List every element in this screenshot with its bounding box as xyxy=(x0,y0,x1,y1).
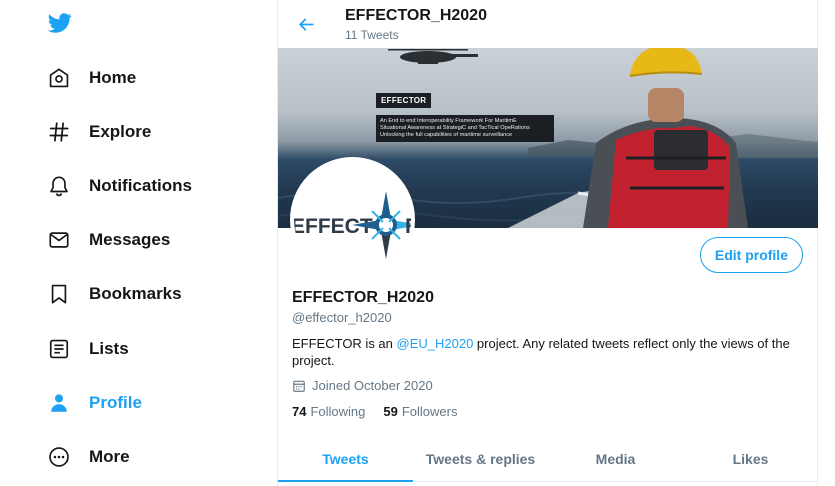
profile-bio: EFFECTOR is an @EU_H2020 project. Any re… xyxy=(292,335,802,369)
more-icon xyxy=(48,446,70,468)
home-icon xyxy=(48,67,70,89)
banner-tagline: An End to end Interoperability Framework… xyxy=(376,115,554,142)
follow-stats: 74 Following 59 Followers xyxy=(292,404,475,419)
tab-media[interactable]: Media xyxy=(548,436,683,481)
avatar[interactable]: EFFECT R xyxy=(290,157,415,282)
sidebar-item-explore[interactable]: Explore xyxy=(38,109,163,155)
app-root: Home Explore Notifications Messages Book xyxy=(0,0,835,486)
sidebar-item-notifications[interactable]: Notifications xyxy=(38,163,204,209)
sidebar-item-home[interactable]: Home xyxy=(38,55,148,101)
banner-caption: EFFECTOR An End to end Interoperability … xyxy=(376,93,554,143)
hashtag-icon xyxy=(48,121,70,143)
followers-count: 59 xyxy=(383,404,398,419)
sidebar-item-label: Messages xyxy=(89,230,171,249)
banner-brand-label: EFFECTOR xyxy=(376,93,432,108)
calendar-icon xyxy=(293,380,305,392)
followers-link[interactable]: 59 Followers xyxy=(383,404,457,419)
profile-handle: @effector_h2020 xyxy=(292,310,392,325)
tweet-count: 11 Tweets xyxy=(345,28,399,42)
envelope-icon xyxy=(48,229,70,251)
sidebar-item-messages[interactable]: Messages xyxy=(38,217,182,263)
bio-mention-link[interactable]: @EU_H2020 xyxy=(397,336,474,351)
sidebar-item-label: Profile xyxy=(89,393,142,412)
sidebar-item-label: Explore xyxy=(89,122,152,141)
list-icon xyxy=(48,338,70,360)
back-button[interactable] xyxy=(292,10,320,38)
bell-icon xyxy=(48,175,70,197)
sidebar-item-bookmarks[interactable]: Bookmarks xyxy=(38,271,194,317)
banner-tagline-line: An End to end Interoperability Framework… xyxy=(380,118,517,124)
sidebar-item-more[interactable]: More xyxy=(38,434,142,480)
banner-tagline-line: Unlocking the full capabilities of marit… xyxy=(380,132,513,138)
sidebar-item-label: Home xyxy=(89,68,137,87)
tab-likes[interactable]: Likes xyxy=(683,436,818,481)
edit-profile-button[interactable]: Edit profile xyxy=(699,237,803,273)
tab-tweets[interactable]: Tweets xyxy=(278,436,413,482)
sidebar-nav: Home Explore Notifications Messages Book xyxy=(0,0,277,486)
sidebar-item-profile[interactable]: Profile xyxy=(38,380,154,426)
joined-date: Joined October 2020 xyxy=(292,378,433,393)
joined-text: Joined October 2020 xyxy=(312,378,433,393)
profile-tabs: Tweets Tweets & replies Media Likes xyxy=(278,436,818,482)
twitter-logo-icon[interactable] xyxy=(47,11,73,35)
sidebar-item-label: Notifications xyxy=(89,176,192,195)
following-label: Following xyxy=(310,404,366,419)
profile-column: EFFECTOR_H2020 11 Tweets EFFECTOR An End… xyxy=(277,0,818,486)
effector-logo: EFFECT R xyxy=(294,191,411,259)
sidebar-item-label: Bookmarks xyxy=(89,284,182,303)
following-link[interactable]: 74 Following xyxy=(292,404,365,419)
arrow-left-icon xyxy=(298,17,314,31)
sidebar-item-label: Lists xyxy=(89,339,129,358)
following-count: 74 xyxy=(292,404,307,419)
avatar-logo-text-right: R xyxy=(405,215,411,238)
profile-name: EFFECTOR_H2020 xyxy=(292,289,434,306)
banner-tagline-line: Situational Awareness at StrategiC and T… xyxy=(380,125,530,131)
sidebar-item-lists[interactable]: Lists xyxy=(38,326,141,372)
bio-text: EFFECTOR is an xyxy=(292,336,397,351)
sidebar-item-label: More xyxy=(89,447,130,466)
profile-header-bar: EFFECTOR_H2020 11 Tweets xyxy=(278,0,817,48)
person-icon xyxy=(48,392,70,414)
bookmark-icon xyxy=(48,283,70,305)
tab-tweets-replies[interactable]: Tweets & replies xyxy=(413,436,548,481)
page-title: EFFECTOR_H2020 xyxy=(345,7,487,24)
followers-label: Followers xyxy=(401,404,458,419)
